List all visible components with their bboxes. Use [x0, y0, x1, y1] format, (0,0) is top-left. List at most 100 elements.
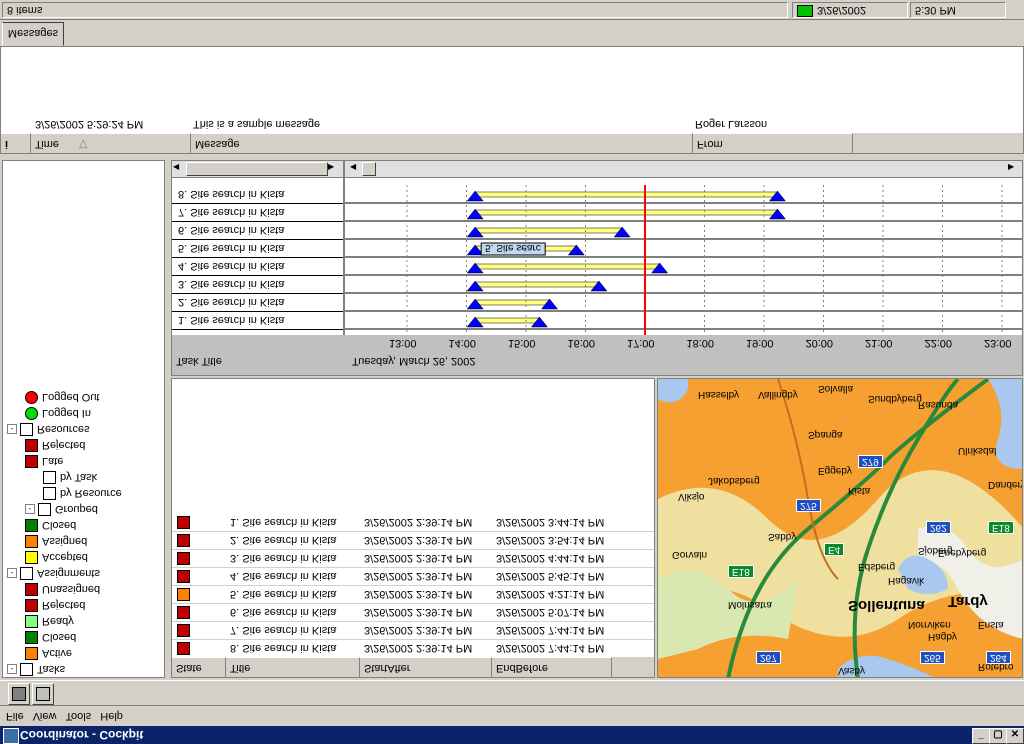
save-button[interactable]: [8, 683, 30, 705]
table-row[interactable]: 7. Site search in Kista 3/26/2002 2:39:14…: [172, 621, 654, 640]
time-column-header[interactable]: Time ▽: [31, 133, 191, 153]
message-from[interactable]: Roger Larsson: [695, 118, 767, 130]
table-cell-title: 3. Site search in Kista: [230, 552, 337, 564]
map-canvas[interactable]: [658, 379, 1023, 678]
table-row[interactable]: 8. Site search in Kista 3/26/2002 2:39:14…: [172, 639, 654, 658]
gantt-timeline[interactable]: 5. Site searc: [345, 177, 1022, 335]
gantt-task-label[interactable]: 1. Site search in Kista: [172, 311, 343, 330]
tree-node[interactable]: - Tasks: [7, 661, 65, 677]
tree-expand-icon[interactable]: -: [7, 424, 17, 435]
road-sign: E18: [988, 521, 1014, 534]
gantt-task-label[interactable]: 6. Site search in Kista: [172, 221, 343, 240]
tree-node[interactable]: Rejected: [25, 437, 85, 453]
menu-file[interactable]: File: [6, 710, 24, 722]
gantt-task-label[interactable]: 8. Site search in Kista: [172, 185, 343, 204]
menu-view[interactable]: View: [33, 710, 57, 722]
tree-node[interactable]: by Resource: [43, 485, 122, 501]
tree-expand-icon[interactable]: -: [25, 504, 35, 515]
minimize-button[interactable]: _: [972, 728, 990, 744]
tree-node[interactable]: Ready: [25, 613, 74, 629]
tree-node-label: Assignments: [37, 567, 100, 579]
close-button[interactable]: ✕: [1006, 728, 1024, 744]
tree-node[interactable]: Assigned: [25, 533, 87, 549]
gantt-bar[interactable]: [474, 281, 600, 288]
table-cell-start: 3/26/2002 2:39:14 PM: [364, 606, 473, 618]
map-view[interactable]: Hasselby Vallingby Solvalla Sundbyberg Rasun…: [657, 378, 1023, 678]
table-row[interactable]: 3. Site search in Kista 3/26/2002 2:39:14…: [172, 549, 654, 568]
tab-strip: Messages: [0, 20, 1024, 46]
menu-tools[interactable]: Tools: [66, 710, 92, 722]
status-bar: 8 items 3/26/2002 5:30 PM: [0, 0, 1024, 20]
maximize-button[interactable]: ▢: [989, 728, 1007, 744]
tree-node[interactable]: - Grouped: [25, 501, 98, 517]
scroll-right2-icon[interactable]: ▶: [1008, 162, 1020, 174]
tree-node[interactable]: Active: [25, 645, 72, 661]
state-icon: [25, 582, 38, 596]
tree-node[interactable]: Rejected: [25, 597, 85, 613]
map-place-label: Vasby: [838, 665, 866, 676]
table-row[interactable]: 1. Site search in Kista 3/26/2002 2:39:14…: [172, 513, 654, 532]
state-column-header[interactable]: State: [172, 657, 226, 677]
tree-node[interactable]: by Task: [43, 469, 97, 485]
workspace-button[interactable]: [32, 683, 54, 705]
gantt-task-label[interactable]: 7. Site search in Kista: [172, 203, 343, 222]
map-place-label: Ensta: [978, 619, 1004, 630]
table-row[interactable]: 4. Site search in Kista 3/26/2002 2:39:14…: [172, 567, 654, 586]
dot-icon: [25, 390, 38, 404]
tab-messages[interactable]: Messages: [2, 22, 64, 46]
map-place-label: Spanga: [808, 429, 843, 440]
gantt-task-label[interactable]: 4. Site search in Kista: [172, 257, 343, 276]
gantt-bar[interactable]: [474, 191, 778, 198]
title-bar: Coordinator - Cockpit _ ▢ ✕: [0, 726, 1024, 744]
map-place-label: Norrviken: [908, 619, 951, 630]
gantt-tick-label: 17:00: [627, 337, 655, 349]
tree-node[interactable]: - Resources: [7, 421, 90, 437]
tree-node[interactable]: - Assignments: [7, 565, 100, 581]
scroll-thumb-right[interactable]: [362, 162, 376, 176]
gantt-bar[interactable]: [474, 227, 623, 234]
road-sign: 279: [858, 455, 883, 468]
tree-node[interactable]: Accepted: [25, 549, 88, 565]
state-icon: [177, 534, 190, 547]
tree-node[interactable]: Late: [25, 453, 63, 469]
title-column-header[interactable]: Title: [226, 657, 360, 677]
gantt-bar[interactable]: [474, 263, 660, 270]
from-column-header[interactable]: From: [693, 133, 853, 153]
tree-node[interactable]: Logged In: [25, 405, 91, 421]
gantt-task-label[interactable]: 5. Site search in Kista: [172, 239, 343, 258]
tree-node[interactable]: Unassigned: [25, 581, 100, 597]
endbefore-column-header[interactable]: EndBefore: [492, 657, 612, 677]
message-time[interactable]: 3/26/2002 5:29:24 PM: [35, 118, 143, 130]
message-text[interactable]: This is a sample message: [193, 118, 320, 130]
gantt-tick-label: 13:00: [389, 337, 417, 349]
tree-node[interactable]: Closed: [25, 517, 76, 533]
map-place-label: Viksjo: [678, 491, 705, 502]
menu-help[interactable]: Help: [100, 710, 123, 722]
state-icon: [177, 642, 190, 655]
table-row[interactable]: 6. Site search in Kista 3/26/2002 2:39:14…: [172, 603, 654, 622]
resources-icon: [20, 422, 33, 436]
gantt-bar[interactable]: [474, 299, 550, 306]
tree-node-label: Logged In: [42, 407, 91, 419]
gantt-task-label-text: 7. Site search in Kista: [178, 206, 285, 218]
toolbar: [0, 680, 1024, 706]
table-cell-title: 2. Site search in Kista: [230, 534, 337, 546]
app-icon[interactable]: [3, 728, 19, 744]
tree-node[interactable]: Closed: [25, 629, 76, 645]
gantt-bar[interactable]: [474, 317, 540, 324]
road-sign: 262: [926, 521, 951, 534]
gantt-task-label[interactable]: 3. Site search in Kista: [172, 275, 343, 294]
gantt-bar[interactable]: [474, 209, 778, 216]
tree-expand-icon[interactable]: -: [7, 664, 17, 675]
message-column-header[interactable]: Message: [191, 133, 693, 153]
tree-expand-icon[interactable]: -: [7, 568, 17, 579]
tasks-table: 8. Site search in Kista 3/26/2002 2:39:14…: [171, 378, 655, 678]
table-row[interactable]: 2. Site search in Kista 3/26/2002 2:39:14…: [172, 531, 654, 550]
tree-node-label: by Task: [60, 471, 98, 483]
info-column-header[interactable]: i: [1, 133, 31, 153]
startafter-column-header[interactable]: StartAfter: [360, 657, 492, 677]
table-row[interactable]: 5. Site search in Kista 3/26/2002 2:39:14…: [172, 585, 654, 604]
tree-node[interactable]: Logged Out: [25, 389, 100, 405]
gantt-task-label[interactable]: 2. Site search in Kista: [172, 293, 343, 312]
scroll-left2-icon[interactable]: ◀: [350, 162, 362, 174]
